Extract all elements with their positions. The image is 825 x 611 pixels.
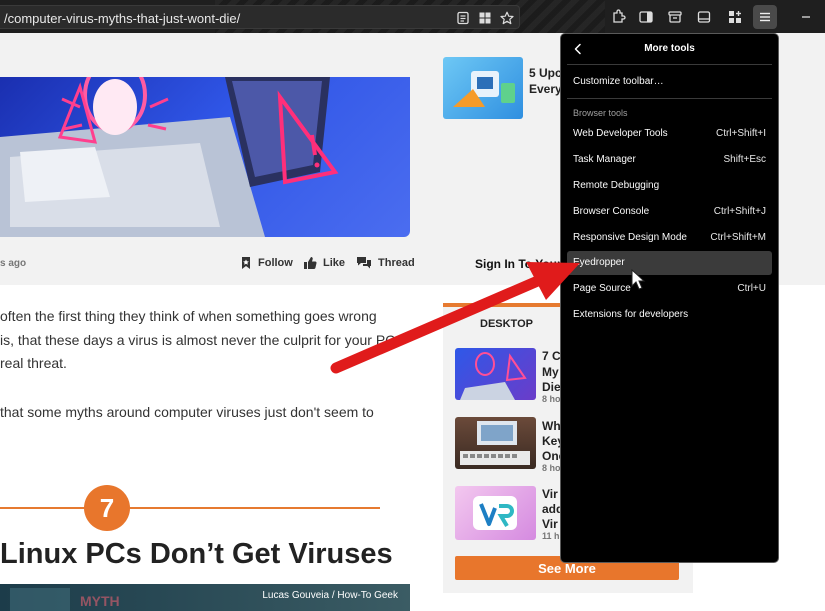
sidebar-top-thumbnail[interactable] [443, 57, 523, 119]
like-button[interactable]: Like [303, 256, 345, 270]
section-heading: Linux PCs Don’t Get Viruses [0, 538, 393, 570]
sidebar-item-1-time: 8 ho [542, 394, 561, 404]
menu-item-extensions-for-developers[interactable]: Extensions for developers [567, 303, 772, 327]
article-time-ago: s ago [0, 258, 27, 269]
sidebar-item-3-time: 11 h [542, 531, 560, 541]
menu-item-web-developer-tools[interactable]: Web Developer Tools Ctrl+Shift+I [567, 122, 772, 146]
menu-item-shortcut: Shift+Esc [723, 154, 766, 165]
sign-in-prompt[interactable]: Sign In To Your [475, 257, 562, 271]
menu-item-label: Task Manager [573, 154, 636, 165]
sidebar-item-1-line-2[interactable]: My [542, 365, 559, 379]
panel-title: More tools [644, 43, 695, 54]
minimize-window-icon[interactable] [794, 5, 818, 29]
image-credit: Lucas Gouveia / How-To Geek [262, 590, 398, 601]
article-paragraph-line-1: often the first thing they think of when… [0, 308, 377, 324]
panel-divider [567, 98, 772, 99]
bookmark-star-icon[interactable] [498, 9, 516, 27]
tab-tray-icon[interactable] [692, 5, 716, 29]
article-paragraph-2: that some myths around computer viruses … [0, 404, 374, 420]
more-tools-panel: More tools Customize toolbar… Browser to… [560, 33, 779, 563]
panel-divider [567, 64, 772, 65]
sidebar-item-1-line-3[interactable]: Die [542, 380, 561, 394]
extensions-grid-icon[interactable] [476, 9, 494, 27]
menu-item-shortcut: Ctrl+Shift+J [713, 206, 766, 217]
menu-item-label: Remote Debugging [573, 180, 660, 191]
sidebar-item-3-thumbnail[interactable] [455, 486, 536, 540]
sidebar-section-label[interactable]: DESKTOP [480, 318, 533, 330]
menu-item-label: Extensions for developers [573, 309, 689, 320]
menu-item-task-manager[interactable]: Task Manager Shift+Esc [567, 148, 772, 172]
app-menu-hamburger-icon[interactable] [753, 5, 777, 29]
section-divider [0, 507, 380, 509]
sidebar-toggle-icon[interactable] [634, 5, 658, 29]
reader-view-icon[interactable] [454, 9, 472, 27]
sidebar-item-1-line-1[interactable]: 7 C [542, 349, 561, 363]
like-label: Like [323, 257, 346, 269]
section-image[interactable]: MYTH Lucas Gouveia / How-To Geek [0, 584, 410, 611]
sidebar-top-title-line-1[interactable]: 5 Upc [529, 66, 562, 81]
menu-item-responsive-design-mode[interactable]: Responsive Design Mode Ctrl+Shift+M [567, 226, 772, 250]
menu-item-label: Web Developer Tools [573, 128, 668, 139]
panel-header: More tools [561, 34, 778, 64]
svg-text:MYTH: MYTH [80, 593, 120, 609]
follow-label: Follow [258, 257, 293, 269]
menu-item-remote-debugging[interactable]: Remote Debugging [567, 174, 772, 198]
menu-item-label: Responsive Design Mode [573, 232, 687, 243]
menu-item-eyedropper[interactable]: Eyedropper [567, 251, 772, 275]
sidebar-item-3-line-3[interactable]: Vir [542, 517, 558, 531]
section-number-badge: 7 [84, 485, 130, 531]
customize-grid-icon[interactable] [723, 5, 747, 29]
sidebar-item-2-line-1[interactable]: Wh [542, 419, 561, 433]
thread-label: Thread [378, 257, 415, 269]
sidebar-item-2-time: 8 ho [542, 463, 561, 473]
sidebar-item-3-line-1[interactable]: Vir [542, 487, 558, 501]
thread-comments-icon [357, 257, 371, 269]
save-to-pocket-icon[interactable] [663, 5, 687, 29]
menu-item-customize-toolbar[interactable]: Customize toolbar… [567, 70, 772, 94]
article-hero-image[interactable] [0, 77, 410, 237]
browser-tools-section-label: Browser tools [573, 108, 628, 118]
address-bar[interactable]: /computer-virus-myths-that-just-wont-die… [0, 5, 520, 29]
thread-button[interactable]: Thread [356, 256, 415, 270]
menu-item-label: Browser Console [573, 206, 650, 217]
article-paragraph-line-3: real threat. [0, 355, 67, 371]
url-text[interactable]: /computer-virus-myths-that-just-wont-die… [4, 11, 240, 26]
follow-button[interactable]: Follow [240, 256, 293, 270]
menu-item-shortcut: Ctrl+U [737, 283, 766, 294]
follow-bookmark-icon [242, 257, 250, 269]
menu-item-label: Page Source [573, 283, 631, 294]
menu-item-shortcut: Ctrl+Shift+I [715, 128, 766, 139]
article-paragraph-line-2: is, that these days a virus is almost ne… [0, 332, 396, 348]
sidebar-item-2-thumbnail[interactable] [455, 417, 536, 469]
extensions-icon[interactable] [606, 5, 630, 29]
sidebar-item-1-thumbnail[interactable] [455, 348, 536, 400]
sidebar-top-title-line-2[interactable]: Every [529, 82, 562, 97]
menu-item-label: Eyedropper [573, 257, 625, 268]
thumbs-up-icon [304, 257, 317, 269]
menu-item-browser-console[interactable]: Browser Console Ctrl+Shift+J [567, 200, 772, 224]
menu-item-page-source[interactable]: Page Source Ctrl+U [567, 277, 772, 301]
menu-item-shortcut: Ctrl+Shift+M [710, 232, 766, 243]
menu-item-label: Customize toolbar… [573, 76, 664, 87]
browser-toolbar: /computer-virus-myths-that-just-wont-die… [0, 0, 825, 33]
